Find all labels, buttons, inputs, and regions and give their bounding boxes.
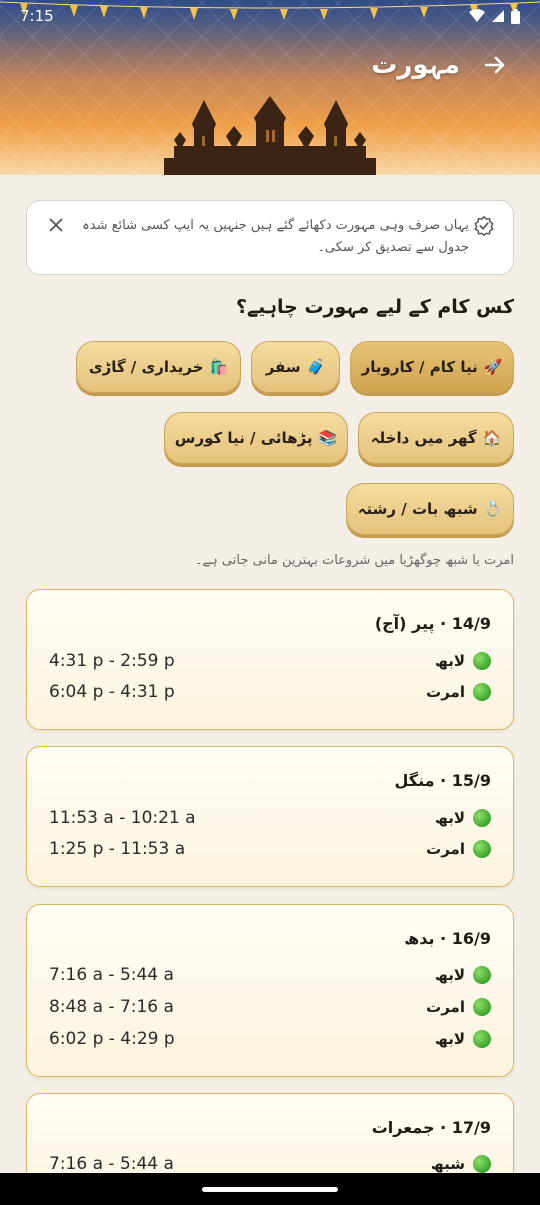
slot-time: 7:16 a - 5:44 a bbox=[49, 1154, 174, 1174]
chip-travel[interactable]: 🧳 سفر bbox=[251, 341, 340, 393]
slot-label: لابھ bbox=[435, 1030, 465, 1048]
rocket-icon: 🚀 bbox=[483, 358, 503, 376]
slot-time: 6:02 p - 4:29 p bbox=[49, 1029, 175, 1049]
day-card[interactable]: 15/9 · منگل لابھ 11:53 a - 10:21 a امرت … bbox=[26, 746, 514, 887]
chip-engagement[interactable]: 💍 شبھ بات / رشتہ bbox=[346, 483, 514, 535]
chip-study-course[interactable]: 📚 پڑھائی / نیا کورس bbox=[164, 412, 348, 464]
green-dot-icon bbox=[473, 1155, 491, 1173]
back-button[interactable] bbox=[480, 50, 510, 80]
slot-label: امرت bbox=[426, 998, 465, 1016]
arrow-right-icon bbox=[484, 56, 505, 74]
header: 7:15 مہورت bbox=[0, 0, 540, 175]
books-icon: 📚 bbox=[318, 429, 338, 447]
chip-label: گھر میں داخلہ bbox=[370, 429, 477, 447]
green-dot-icon bbox=[473, 840, 491, 858]
status-icons bbox=[469, 8, 520, 24]
slot-time: 11:53 a - 10:21 a bbox=[49, 808, 196, 828]
slot-row: لابھ 6:02 p - 4:29 p bbox=[49, 1027, 491, 1051]
day-card[interactable]: 14/9 · پیر (آج) لابھ 4:31 p - 2:59 p امر… bbox=[26, 589, 514, 730]
slot-label: امرت bbox=[426, 840, 465, 858]
slot-time: 8:48 a - 7:16 a bbox=[49, 997, 174, 1017]
slot-row: لابھ 7:16 a - 5:44 a bbox=[49, 963, 491, 987]
slot-label: امرت bbox=[426, 683, 465, 701]
home-gesture-pill[interactable] bbox=[202, 1187, 338, 1192]
slot-label: لابھ bbox=[435, 652, 465, 670]
page-title: مہورت bbox=[371, 50, 460, 80]
chip-label: پڑھائی / نیا کورس bbox=[174, 429, 313, 447]
slot-label: لابھ bbox=[435, 966, 465, 984]
chip-label: خریداری / گاڑی bbox=[88, 358, 204, 376]
chip-label: نیا کام / کاروبار bbox=[361, 358, 478, 376]
title-row: مہورت bbox=[371, 50, 510, 80]
day-title: 15/9 · منگل bbox=[394, 771, 492, 790]
day-title: 16/9 · بدھ bbox=[404, 929, 491, 948]
slot-row: امرت 6:04 p - 4:31 p bbox=[49, 680, 491, 704]
luggage-icon: 🧳 bbox=[306, 358, 326, 376]
green-dot-icon bbox=[473, 1030, 491, 1048]
wifi-icon bbox=[469, 9, 485, 22]
status-time: 7:15 bbox=[20, 7, 54, 25]
verified-check-icon bbox=[474, 215, 494, 237]
system-nav-bar bbox=[0, 1173, 540, 1205]
slot-label: لابھ bbox=[435, 809, 465, 827]
chip-home-entry[interactable]: 🏠 گھر میں داخلہ bbox=[358, 412, 514, 464]
shopping-bag-icon: 🛍️ bbox=[209, 358, 229, 376]
slot-row: لابھ 11:53 a - 10:21 a bbox=[49, 806, 491, 830]
signal-icon bbox=[492, 10, 504, 22]
green-dot-icon bbox=[473, 998, 491, 1016]
green-dot-icon bbox=[473, 652, 491, 670]
green-dot-icon bbox=[473, 966, 491, 984]
slot-row: امرت 1:25 p - 11:53 a bbox=[49, 837, 491, 861]
day-title: 17/9 · جمعرات bbox=[371, 1118, 491, 1137]
chip-shopping-vehicle[interactable]: 🛍️ خریداری / گاڑی bbox=[76, 341, 241, 393]
green-dot-icon bbox=[473, 683, 491, 701]
slot-time: 7:16 a - 5:44 a bbox=[49, 965, 174, 985]
chip-label: شبھ بات / رشتہ bbox=[357, 500, 478, 518]
section-question: کس کام کے لیے مہورت چاہیے؟ bbox=[235, 296, 514, 318]
close-icon[interactable] bbox=[45, 214, 67, 236]
day-card[interactable]: 16/9 · بدھ لابھ 7:16 a - 5:44 a امرت 8:4… bbox=[26, 904, 514, 1077]
slot-time: 1:25 p - 11:53 a bbox=[49, 839, 186, 859]
temple-illustration bbox=[164, 96, 376, 175]
slot-row: امرت 8:48 a - 7:16 a bbox=[49, 995, 491, 1019]
slot-time: 4:31 p - 2:59 p bbox=[49, 651, 175, 671]
ring-icon: 💍 bbox=[483, 500, 503, 518]
slot-label: شبھ bbox=[430, 1155, 465, 1173]
info-note: یہاں صرف وہی مہورت دکھائے گئے ہیں جنہیں … bbox=[26, 200, 514, 275]
note-text: یہاں صرف وہی مہورت دکھائے گئے ہیں جنہیں … bbox=[82, 218, 469, 255]
chip-new-business[interactable]: 🚀 نیا کام / کاروبار bbox=[350, 341, 514, 393]
house-icon: 🏠 bbox=[482, 429, 502, 447]
green-dot-icon bbox=[473, 809, 491, 827]
chip-label: سفر bbox=[265, 358, 301, 376]
status-bar: 7:15 bbox=[0, 0, 540, 32]
battery-icon bbox=[511, 8, 520, 24]
day-title: 14/9 · پیر (آج) bbox=[374, 614, 491, 633]
hint-text: امرت یا شبھ چوگھڑیا میں شروعات بہترین ما… bbox=[194, 553, 514, 568]
slot-time: 6:04 p - 4:31 p bbox=[49, 682, 175, 702]
slot-row: لابھ 4:31 p - 2:59 p bbox=[49, 649, 491, 673]
